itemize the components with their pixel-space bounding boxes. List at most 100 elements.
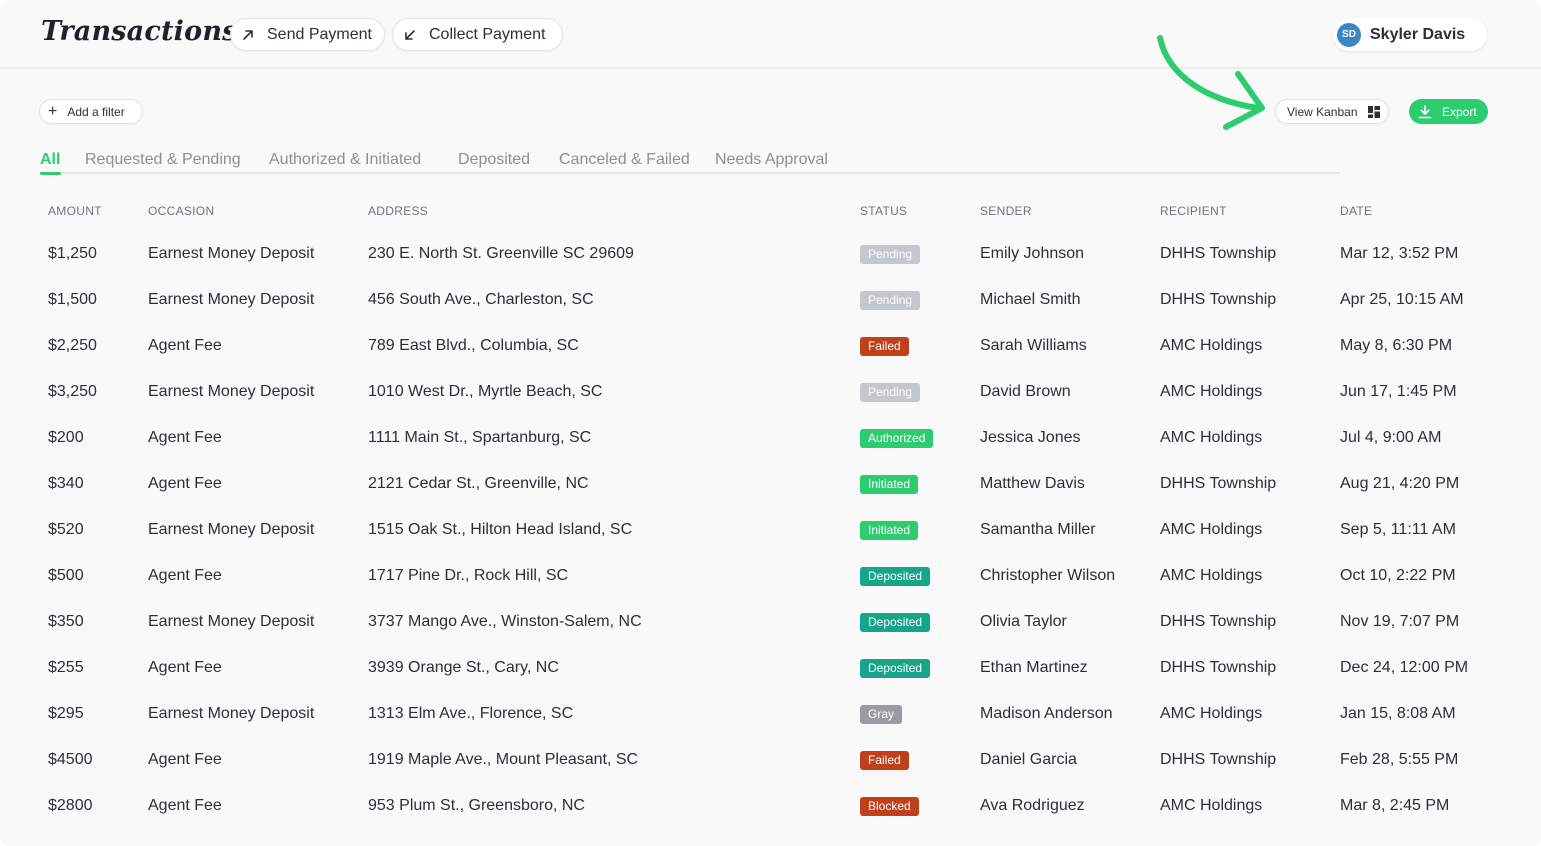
sender-cell: Matthew Davis [980, 475, 1085, 492]
column-header-date[interactable]: DATE [1340, 204, 1372, 218]
export-button[interactable]: Export [1409, 99, 1488, 124]
recipient-cell: AMC Holdings [1160, 567, 1263, 584]
sender-cell: Jessica Jones [980, 429, 1081, 446]
recipient-cell: AMC Holdings [1160, 337, 1263, 354]
sender-cell: Olivia Taylor [980, 613, 1067, 630]
address-cell: 1515 Oak St., Hilton Head Island, SC [368, 521, 633, 538]
occasion-cell: Earnest Money Deposit [148, 521, 315, 538]
occasion-cell: Earnest Money Deposit [148, 291, 315, 308]
active-tab-indicator [40, 172, 61, 175]
sender-cell: Ava Rodriguez [980, 797, 1085, 814]
status-badge: Deposited [860, 659, 931, 678]
occasion-cell: Agent Fee [148, 567, 222, 584]
recipient-cell: AMC Holdings [1160, 521, 1263, 538]
date-cell: Feb 28, 5:55 PM [1340, 751, 1459, 768]
tab-authorized-initiated[interactable]: Authorized & Initiated [269, 151, 421, 169]
date-cell: Oct 10, 2:22 PM [1340, 567, 1456, 584]
tab-deposited[interactable]: Deposited [458, 151, 530, 169]
view-kanban-button[interactable]: View Kanban [1275, 99, 1389, 124]
column-header-address[interactable]: ADDRESS [368, 204, 428, 218]
collect-payment-button[interactable]: Collect Payment [392, 18, 563, 51]
status-badge: Initiated [860, 475, 919, 494]
sender-cell: Samantha Miller [980, 521, 1096, 538]
amount-cell: $340 [48, 475, 84, 492]
amount-cell: $520 [48, 521, 84, 538]
address-cell: 1010 West Dr., Myrtle Beach, SC [368, 383, 603, 400]
date-cell: Mar 8, 2:45 PM [1340, 797, 1450, 814]
address-cell: 230 E. North St. Greenville SC 29609 [368, 245, 634, 262]
address-cell: 953 Plum St., Greensboro, NC [368, 797, 585, 814]
status-badge: Deposited [860, 567, 931, 586]
date-cell: Jul 4, 9:00 AM [1340, 429, 1442, 446]
tab-needs-approval[interactable]: Needs Approval [715, 151, 828, 169]
status-badge: Authorized [860, 429, 934, 448]
sender-cell: David Brown [980, 383, 1071, 400]
date-cell: Apr 25, 10:15 AM [1340, 291, 1464, 308]
date-cell: Jun 17, 1:45 PM [1340, 383, 1457, 400]
status-badge: Blocked [860, 797, 919, 816]
arrow-up-right-icon [243, 29, 253, 40]
add-filter-button[interactable]: + Add a filter [39, 99, 143, 124]
sender-cell: Christopher Wilson [980, 567, 1116, 584]
send-payment-button[interactable]: Send Payment [230, 18, 385, 51]
occasion-cell: Earnest Money Deposit [148, 613, 315, 630]
occasion-cell: Agent Fee [148, 429, 222, 446]
status-tabs: All Requested & Pending Authorized & Ini… [40, 148, 1340, 175]
sender-cell: Emily Johnson [980, 245, 1085, 262]
recipient-cell: AMC Holdings [1160, 429, 1263, 446]
date-cell: Sep 5, 11:11 AM [1340, 521, 1456, 538]
sender-cell: Michael Smith [980, 291, 1081, 308]
top-bar: Transactions Send Payment Collect Paymen… [0, 0, 1541, 69]
occasion-cell: Agent Fee [148, 659, 222, 676]
occasion-cell: Agent Fee [148, 337, 222, 354]
amount-cell: $255 [48, 659, 84, 676]
send-payment-label: Send Payment [267, 25, 372, 43]
address-cell: 3737 Mango Ave., Winston-Salem, NC [368, 613, 642, 630]
amount-cell: $350 [48, 613, 84, 630]
date-cell: Mar 12, 3:52 PM [1340, 245, 1459, 262]
export-label: Export [1442, 104, 1477, 119]
tab-requested-pending[interactable]: Requested & Pending [85, 151, 241, 169]
address-cell: 2121 Cedar St., Greenville, NC [368, 475, 589, 492]
recipient-cell: AMC Holdings [1160, 705, 1263, 722]
arrow-down-left-icon [405, 29, 415, 40]
column-header-amount[interactable]: AMOUNT [48, 204, 102, 218]
column-header-recipient[interactable]: RECIPIENT [1160, 204, 1227, 218]
plus-icon: + [48, 102, 58, 120]
status-badge: Deposited [860, 613, 931, 632]
recipient-cell: DHHS Township [1160, 245, 1277, 262]
date-cell: May 8, 6:30 PM [1340, 337, 1453, 354]
address-cell: 456 South Ave., Charleston, SC [368, 291, 594, 308]
status-badge: Pending [860, 383, 921, 402]
amount-cell: $2,250 [48, 337, 97, 354]
tab-all[interactable]: All [40, 151, 60, 169]
address-cell: 1111 Main St., Spartanburg, SC [368, 429, 592, 446]
amount-cell: $3,250 [48, 383, 97, 400]
recipient-cell: DHHS Township [1160, 291, 1277, 308]
status-badge: Pending [860, 245, 921, 264]
page-title: Transactions [41, 16, 238, 47]
address-cell: 1919 Maple Ave., Mount Pleasant, SC [368, 751, 639, 768]
user-menu[interactable]: SD Skyler Davis [1333, 18, 1487, 51]
sender-cell: Sarah Williams [980, 337, 1087, 354]
date-cell: Jan 15, 8:08 AM [1340, 705, 1456, 722]
occasion-cell: Earnest Money Deposit [148, 245, 315, 262]
column-header-occasion[interactable]: OCCASION [148, 204, 214, 218]
sender-cell: Madison Anderson [980, 705, 1113, 722]
address-cell: 789 East Blvd., Columbia, SC [368, 337, 579, 354]
occasion-cell: Agent Fee [148, 751, 222, 768]
date-cell: Dec 24, 12:00 PM [1340, 659, 1469, 676]
status-badge: Pending [860, 291, 921, 310]
address-cell: 1717 Pine Dr., Rock Hill, SC [368, 567, 569, 584]
tab-canceled-failed[interactable]: Canceled & Failed [559, 151, 690, 169]
curved-arrow-icon [1157, 35, 1265, 130]
occasion-cell: Agent Fee [148, 475, 222, 492]
status-badge: Initiated [860, 521, 919, 540]
column-header-status[interactable]: STATUS [860, 204, 907, 218]
amount-cell: $200 [48, 429, 84, 446]
date-cell: Nov 19, 7:07 PM [1340, 613, 1460, 630]
collect-payment-label: Collect Payment [429, 25, 546, 43]
column-header-sender[interactable]: SENDER [980, 204, 1032, 218]
status-badge: Failed [860, 337, 909, 356]
status-badge: Failed [860, 751, 909, 770]
